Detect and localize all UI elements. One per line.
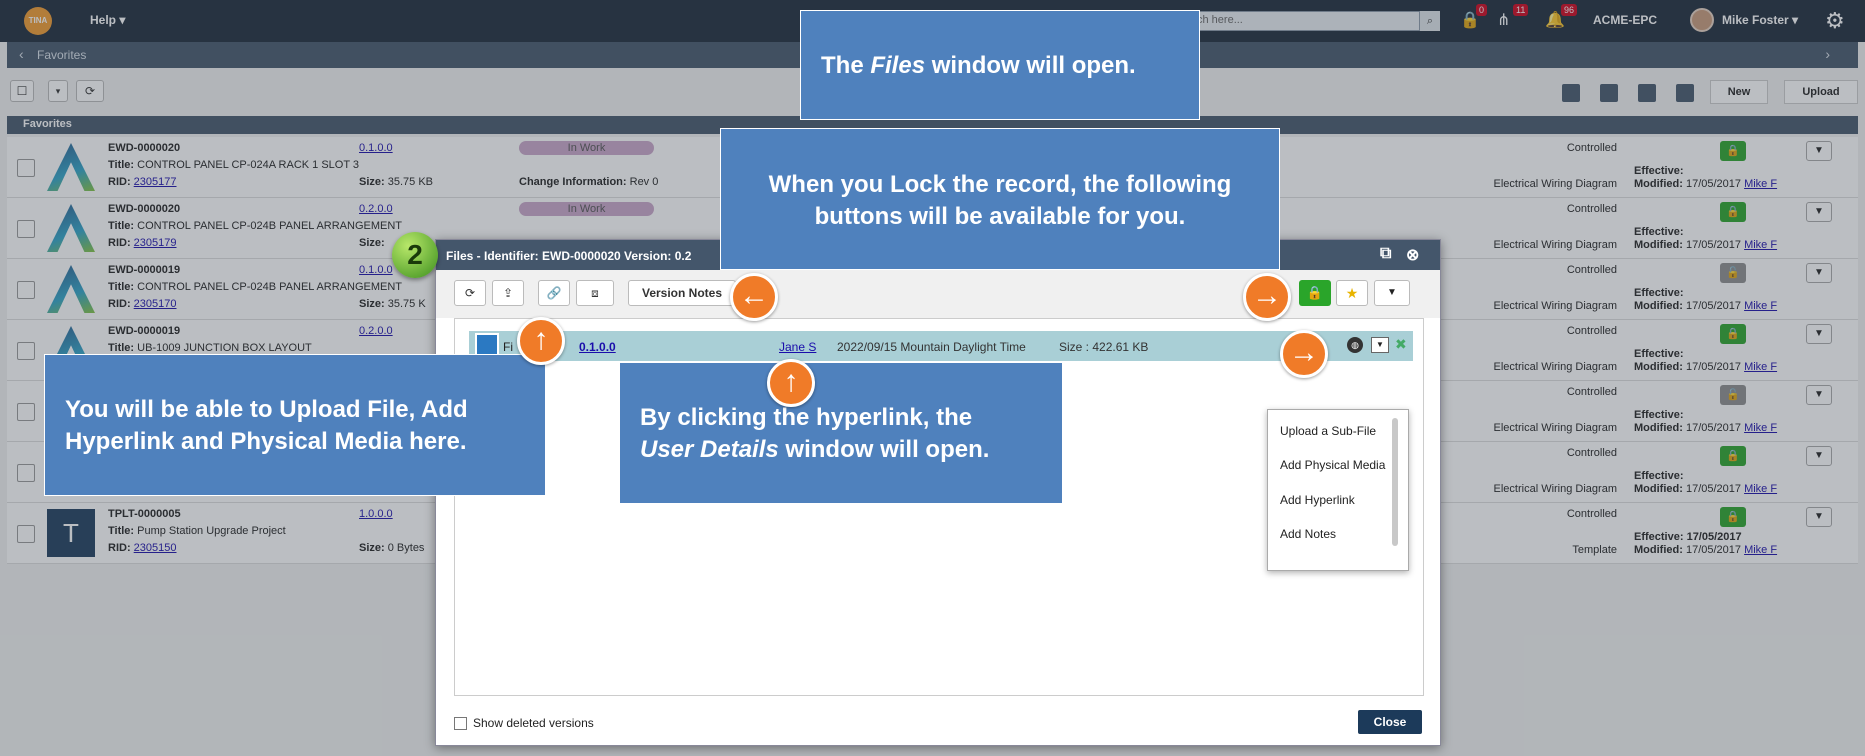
callout-hyperlink: By clicking the hyperlink, the User Deta… (619, 362, 1063, 504)
arrow-left-icon: ← (730, 273, 778, 321)
file-row[interactable]: Fion 0.1.0.0 Jane S 2022/09/15 Mountain … (469, 331, 1413, 361)
delete-icon[interactable]: ✖ (1395, 336, 1407, 353)
files-window-title: Files - Identifier: EWD-0000020 Version:… (446, 249, 692, 263)
restore-window-icon[interactable]: ⧉ (1380, 245, 1391, 263)
close-icon[interactable]: ⊗ (1406, 245, 1419, 265)
menu-item-add-notes[interactable]: Add Notes (1280, 527, 1336, 541)
file-menu-chevron-down-icon[interactable]: ▼ (1371, 337, 1389, 353)
step-number-badge: 2 (392, 232, 438, 278)
file-date: 2022/09/15 Mountain Daylight Time (837, 340, 1026, 354)
lock-button[interactable]: 🔒 (1299, 280, 1331, 306)
menu-item-upload-sub-file[interactable]: Upload a Sub-File (1280, 424, 1376, 438)
add-hyperlink-button[interactable]: 🔗 (538, 280, 570, 306)
chevron-down-icon[interactable]: ▼ (1374, 280, 1410, 306)
user-details-link[interactable]: Jane S (779, 340, 816, 354)
menu-scrollbar[interactable] (1392, 418, 1398, 546)
files-window-footer: Show deleted versions Close (436, 700, 1440, 746)
file-actions-menu: Upload a Sub-File Add Physical Media Add… (1267, 409, 1409, 571)
add-physical-media-button[interactable]: ⧈ (576, 280, 614, 306)
file-version-link[interactable]: 0.1.0.0 (579, 340, 616, 354)
menu-item-add-physical-media[interactable]: Add Physical Media (1280, 458, 1385, 472)
arrow-right-icon: → (1280, 330, 1328, 378)
arrow-right-icon: → (1243, 273, 1291, 321)
refresh-button[interactable]: ⟳ (454, 280, 486, 306)
show-deleted-checkbox[interactable] (454, 717, 467, 730)
menu-item-add-hyperlink[interactable]: Add Hyperlink (1280, 493, 1355, 507)
file-size: Size : 422.61 KB (1059, 340, 1149, 354)
show-deleted-label: Show deleted versions (473, 716, 594, 730)
callout-upload-file: You will be able to Upload File, Add Hyp… (44, 354, 546, 496)
version-notes-button[interactable]: Version Notes (628, 280, 736, 306)
globe-icon[interactable]: ◍ (1347, 337, 1363, 353)
arrow-up-icon: ↑ (517, 317, 565, 365)
callout-files-window: The Files window will open. (800, 10, 1200, 120)
arrow-up-icon: ↑ (767, 359, 815, 407)
callout-lock-record: When you Lock the record, the following … (720, 128, 1280, 270)
close-button[interactable]: Close (1358, 710, 1422, 734)
star-icon[interactable]: ★ (1336, 280, 1368, 306)
upload-file-button[interactable]: ⇪ (492, 280, 524, 306)
